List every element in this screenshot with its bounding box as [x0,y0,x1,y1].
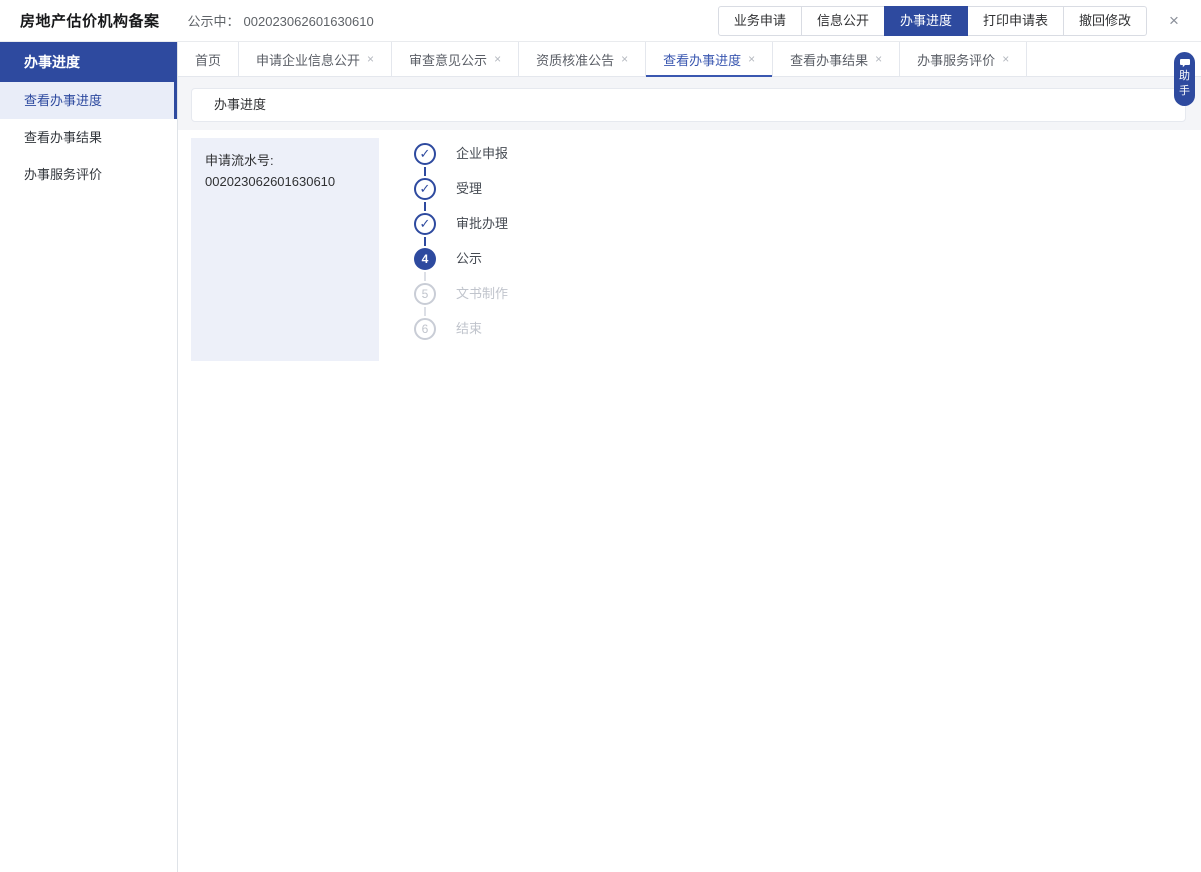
tab-qualification-notice[interactable]: 资质核准公告 × [519,42,646,76]
step-enterprise-declaration: ✓ 企业申报 [414,143,508,178]
step-number: 6 [414,318,436,340]
sidebar-item-view-progress[interactable]: 查看办事进度 [0,82,177,119]
tab-apply-info-disclosure[interactable]: 申请企业信息公开 × [239,42,392,76]
tab-label: 办事服务评价 [917,50,995,69]
step-rail: ✓ [414,143,436,178]
info-disclosure-button[interactable]: 信息公开 [801,6,885,36]
step-label: 文书制作 [456,283,508,305]
tab-label: 申请企业信息公开 [256,50,360,69]
assistant-label-char1: 助 [1179,70,1190,83]
tab-home[interactable]: 首页 [178,42,239,76]
withdraw-modify-button[interactable]: 撤回修改 [1063,6,1147,36]
step-rail: ✓ [414,178,436,213]
step-rail: 6 [414,318,436,340]
step-rail: 4 [414,248,436,283]
step-publicity: 4 公示 [414,248,508,283]
step-acceptance: ✓ 受理 [414,178,508,213]
tab-view-result[interactable]: 查看办事结果 × [773,42,900,76]
sidebar: 办事进度 查看办事进度 查看办事结果 办事服务评价 [0,42,178,872]
tab-label: 查看办事结果 [790,50,868,69]
tab-close-icon[interactable]: × [748,53,755,65]
step-connector [424,167,426,176]
step-rail: ✓ [414,213,436,248]
step-number: 5 [414,283,436,305]
tab-service-review[interactable]: 办事服务评价 × [900,42,1027,76]
chat-bubble-icon [1180,59,1190,68]
print-application-button[interactable]: 打印申请表 [967,6,1064,36]
serial-value: 002023062601630610 [205,171,365,192]
tab-review-opinion[interactable]: 审查意见公示 × [392,42,519,76]
step-connector [424,307,426,316]
tab-close-icon[interactable]: × [367,53,374,65]
step-label: 受理 [456,178,482,200]
content-area: 申请流水号: 002023062601630610 ✓ 企业申报 ✓ 受 [178,130,1201,872]
assistant-label-char2: 手 [1179,85,1190,98]
layout: 办事进度 查看办事进度 查看办事结果 办事服务评价 首页 申请企业信息公开 × … [0,42,1201,872]
step-label: 公示 [456,248,482,270]
step-document-creation: 5 文书制作 [414,283,508,318]
progress-button[interactable]: 办事进度 [884,6,968,36]
serial-number: 002023062601630610 [244,14,374,29]
tab-close-icon[interactable]: × [875,53,882,65]
app-header: 房地产估价机构备案 公示中： 002023062601630610 业务申请 信息… [0,0,1201,42]
tab-label: 审查意见公示 [409,50,487,69]
tab-close-icon[interactable]: × [1002,53,1009,65]
tab-view-progress[interactable]: 查看办事进度 × [646,42,773,76]
main-area: 首页 申请企业信息公开 × 审查意见公示 × 资质核准公告 × 查看办事进度 ×… [178,42,1201,872]
step-finish: 6 结束 [414,318,508,340]
tab-close-icon[interactable]: × [494,53,501,65]
check-icon: ✓ [414,143,436,165]
step-approval: ✓ 审批办理 [414,213,508,248]
tab-bar: 首页 申请企业信息公开 × 审查意见公示 × 资质核准公告 × 查看办事进度 ×… [178,42,1201,77]
progress-stepper: ✓ 企业申报 ✓ 受理 ✓ 审批 [414,138,508,872]
close-icon[interactable]: × [1163,10,1185,32]
tab-close-icon[interactable]: × [621,53,628,65]
tab-label: 资质核准公告 [536,50,614,69]
status-label: 公示中： [188,14,240,29]
step-label: 结束 [456,318,482,340]
step-connector [424,202,426,211]
sidebar-item-service-review[interactable]: 办事服务评价 [0,156,177,193]
step-connector [424,237,426,246]
serial-label: 申请流水号: [205,150,365,171]
business-apply-button[interactable]: 业务申请 [718,6,802,36]
page-title: 房地产估价机构备案 [20,10,160,31]
step-number: 4 [414,248,436,270]
status-text: 公示中： 002023062601630610 [188,11,374,30]
step-connector [424,272,426,281]
sidebar-item-view-result[interactable]: 查看办事结果 [0,119,177,156]
header-action-group: 业务申请 信息公开 办事进度 打印申请表 撤回修改 [718,6,1147,36]
check-icon: ✓ [414,213,436,235]
step-label: 企业申报 [456,143,508,165]
tab-label: 查看办事进度 [663,50,741,69]
sidebar-header: 办事进度 [0,42,177,82]
application-serial-box: 申请流水号: 002023062601630610 [191,138,379,361]
panel-title: 办事进度 [191,88,1186,122]
title-band: 办事进度 [178,77,1201,130]
step-rail: 5 [414,283,436,318]
assistant-widget[interactable]: 助 手 [1174,52,1195,106]
check-icon: ✓ [414,178,436,200]
step-label: 审批办理 [456,213,508,235]
tab-label: 首页 [195,50,221,69]
